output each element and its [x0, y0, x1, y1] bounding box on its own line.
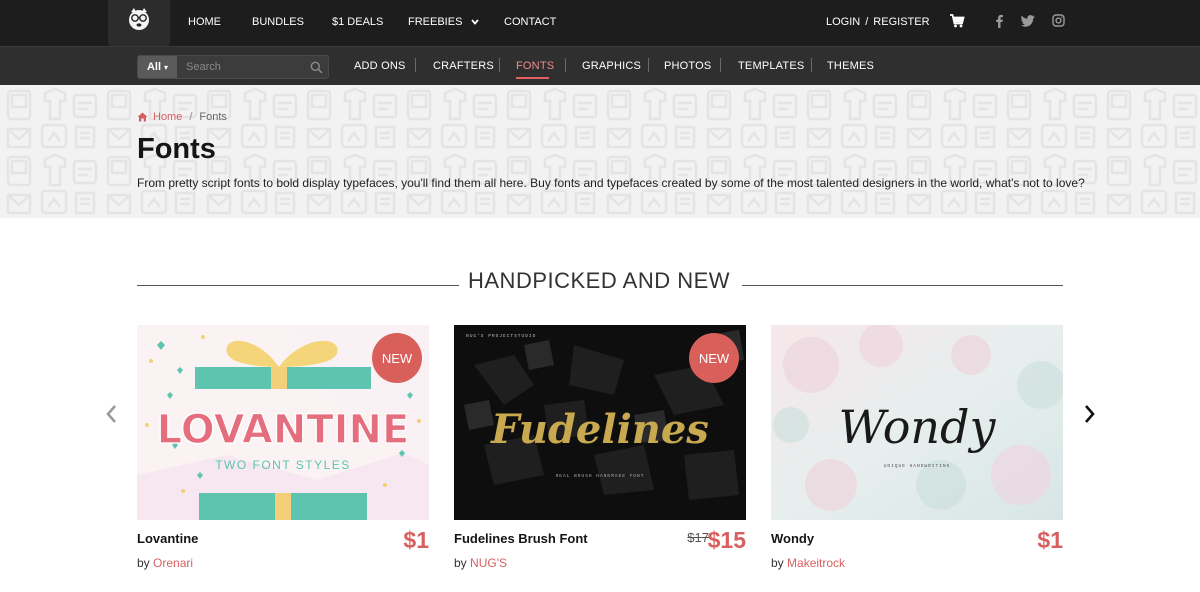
page-header: Home / Fonts Fonts From pretty script fo… — [0, 85, 1200, 218]
search-icon[interactable] — [310, 61, 323, 74]
category-divider — [499, 58, 500, 72]
new-badge: NEW — [689, 333, 739, 383]
page-title: Fonts — [137, 133, 216, 165]
author-link[interactable]: Orenari — [153, 556, 193, 570]
active-category-underline — [516, 77, 549, 79]
section-divider-left — [137, 285, 459, 286]
product-card[interactable]: NUG'S PROJECTSTUDIO Fudelines REAL BRUSH… — [454, 325, 746, 570]
logo-icon — [129, 8, 149, 30]
category-themes[interactable]: THEMES — [827, 60, 874, 72]
product-card[interactable]: LOVANTINE TWO FONT STYLES NEW Lovantine … — [137, 325, 429, 570]
login-separator: / — [865, 16, 869, 28]
product-price: $1 — [1037, 527, 1063, 553]
image-subtitle-text: TWO FONT STYLES — [215, 458, 351, 472]
product-thumbnail[interactable]: Wondy UNIQUE HANDWRITING — [771, 325, 1063, 520]
breadcrumb-home-label: Home — [153, 111, 183, 123]
register-link[interactable]: REGISTER — [873, 16, 929, 28]
image-title-text: LOVANTINE — [157, 407, 410, 453]
new-badge: NEW — [372, 333, 422, 383]
category-fonts[interactable]: FONTS — [516, 60, 554, 72]
product-price: $1 — [403, 527, 429, 553]
arrow-left-icon[interactable] — [106, 404, 118, 424]
product-card[interactable]: Wondy UNIQUE HANDWRITING Wondy by Makeit… — [771, 325, 1063, 570]
product-author-line: by NUG'S — [454, 556, 507, 570]
author-prefix: by — [137, 556, 150, 570]
login-link[interactable]: LOGIN — [826, 16, 860, 28]
breadcrumb-current: Fonts — [199, 111, 227, 123]
chevron-down-icon — [471, 19, 480, 25]
author-prefix: by — [771, 556, 784, 570]
product-title[interactable]: Wondy — [771, 531, 814, 546]
section-title: HANDPICKED AND NEW — [468, 268, 731, 293]
product-title[interactable]: Fudelines Brush Font — [454, 531, 588, 546]
author-prefix: by — [454, 556, 467, 570]
nav-freebies[interactable]: FREEBIES — [408, 16, 480, 28]
top-navbar: HOME BUNDLES $1 DEALS FREEBIES CONTACT L… — [0, 0, 1200, 46]
category-divider — [720, 58, 721, 72]
search-box: All ▾ — [137, 55, 329, 79]
twitter-icon[interactable] — [1021, 14, 1035, 27]
instagram-icon[interactable] — [1052, 14, 1065, 27]
product-original-price: $17 — [687, 530, 709, 545]
nav-contact[interactable]: CONTACT — [504, 16, 556, 28]
arrow-right-icon[interactable] — [1083, 404, 1095, 424]
category-divider — [811, 58, 812, 72]
search-scope-label: All — [146, 61, 162, 73]
breadcrumb-home[interactable]: Home — [137, 111, 182, 123]
nav-bundles[interactable]: BUNDLES — [252, 16, 304, 28]
category-add-ons[interactable]: ADD ONS — [354, 60, 406, 72]
page-description: From pretty script fonts to bold display… — [137, 176, 1085, 190]
product-thumbnail[interactable]: LOVANTINE TWO FONT STYLES NEW — [137, 325, 429, 520]
svg-text:NUG'S PROJECTSTUDIO: NUG'S PROJECTSTUDIO — [466, 333, 536, 339]
svg-text:REAL BRUSH HANDMADE FONT: REAL BRUSH HANDMADE FONT — [556, 473, 645, 479]
image-title-text: Wondy — [839, 400, 997, 454]
svg-text:UNIQUE HANDWRITING: UNIQUE HANDWRITING — [884, 463, 951, 469]
category-divider — [415, 58, 416, 72]
product-author-line: by Makeitrock — [771, 556, 845, 570]
site-logo[interactable] — [108, 0, 170, 46]
category-templates[interactable]: TEMPLATES — [738, 60, 804, 72]
breadcrumb: Home / Fonts — [137, 111, 227, 123]
home-icon — [137, 112, 148, 122]
nav-freebies-label: FREEBIES — [408, 16, 463, 28]
product-price: $15 — [707, 527, 746, 553]
search-scope-select[interactable]: All ▾ — [138, 56, 177, 78]
category-photos[interactable]: PHOTOS — [664, 60, 711, 72]
product-image-wondy: Wondy UNIQUE HANDWRITING — [771, 325, 1063, 520]
search-input[interactable] — [178, 56, 308, 78]
author-link[interactable]: Makeitrock — [787, 556, 845, 570]
breadcrumb-separator: / — [189, 111, 193, 123]
product-thumbnail[interactable]: NUG'S PROJECTSTUDIO Fudelines REAL BRUSH… — [454, 325, 746, 520]
product-author-line: by Orenari — [137, 556, 193, 570]
cart-icon[interactable] — [949, 13, 965, 29]
author-link[interactable]: NUG'S — [470, 556, 507, 570]
caret-down-icon: ▾ — [164, 62, 169, 72]
category-bar: All ▾ ADD ONS CRAFTERS FONTS GRAPHICS PH… — [0, 46, 1200, 85]
image-title-text: Fudelines — [490, 406, 709, 453]
category-graphics[interactable]: GRAPHICS — [582, 60, 641, 72]
category-crafters[interactable]: CRAFTERS — [433, 60, 494, 72]
category-divider — [648, 58, 649, 72]
section-divider-right — [742, 285, 1063, 286]
facebook-icon[interactable] — [994, 14, 1004, 28]
product-title[interactable]: Lovantine — [137, 531, 198, 546]
login-register: LOGIN / REGISTER — [826, 16, 930, 28]
nav-deals[interactable]: $1 DEALS — [332, 16, 383, 28]
category-divider — [565, 58, 566, 72]
nav-home[interactable]: HOME — [188, 16, 221, 28]
